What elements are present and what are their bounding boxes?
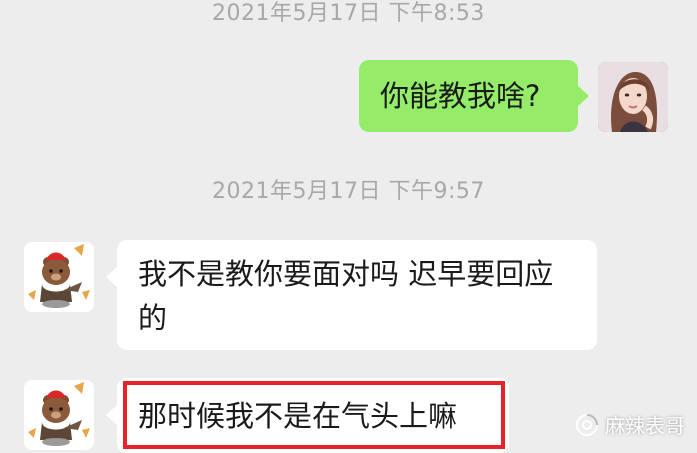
- bear-avatar-icon: [24, 242, 94, 312]
- wechat-official-account-icon: [576, 413, 598, 436]
- timestamp: 2021年5月17日 下午9:57: [212, 179, 485, 204]
- user-avatar[interactable]: [598, 62, 668, 132]
- message-bubble-sent[interactable]: 你能教我啥?: [359, 60, 578, 132]
- message-text-line: 的: [138, 301, 168, 335]
- highlight-box: [123, 381, 505, 449]
- woman-avatar-icon: [598, 62, 668, 132]
- bubble-tail: [577, 85, 589, 107]
- message-bubble-received[interactable]: 我不是教你要面对吗 迟早要回应 的: [117, 240, 597, 350]
- message-text-line: 我不是教你要面对吗 迟早要回应: [138, 257, 554, 291]
- contact-avatar[interactable]: [24, 380, 94, 450]
- message-text: 你能教我啥?: [380, 79, 541, 113]
- timestamp: 2021年5月17日 下午8:53: [212, 1, 485, 26]
- bear-avatar-icon: [24, 380, 94, 450]
- watermark: 麻辣表哥: [575, 410, 685, 439]
- watermark-text: 麻辣表哥: [605, 414, 685, 438]
- contact-avatar[interactable]: [24, 242, 94, 312]
